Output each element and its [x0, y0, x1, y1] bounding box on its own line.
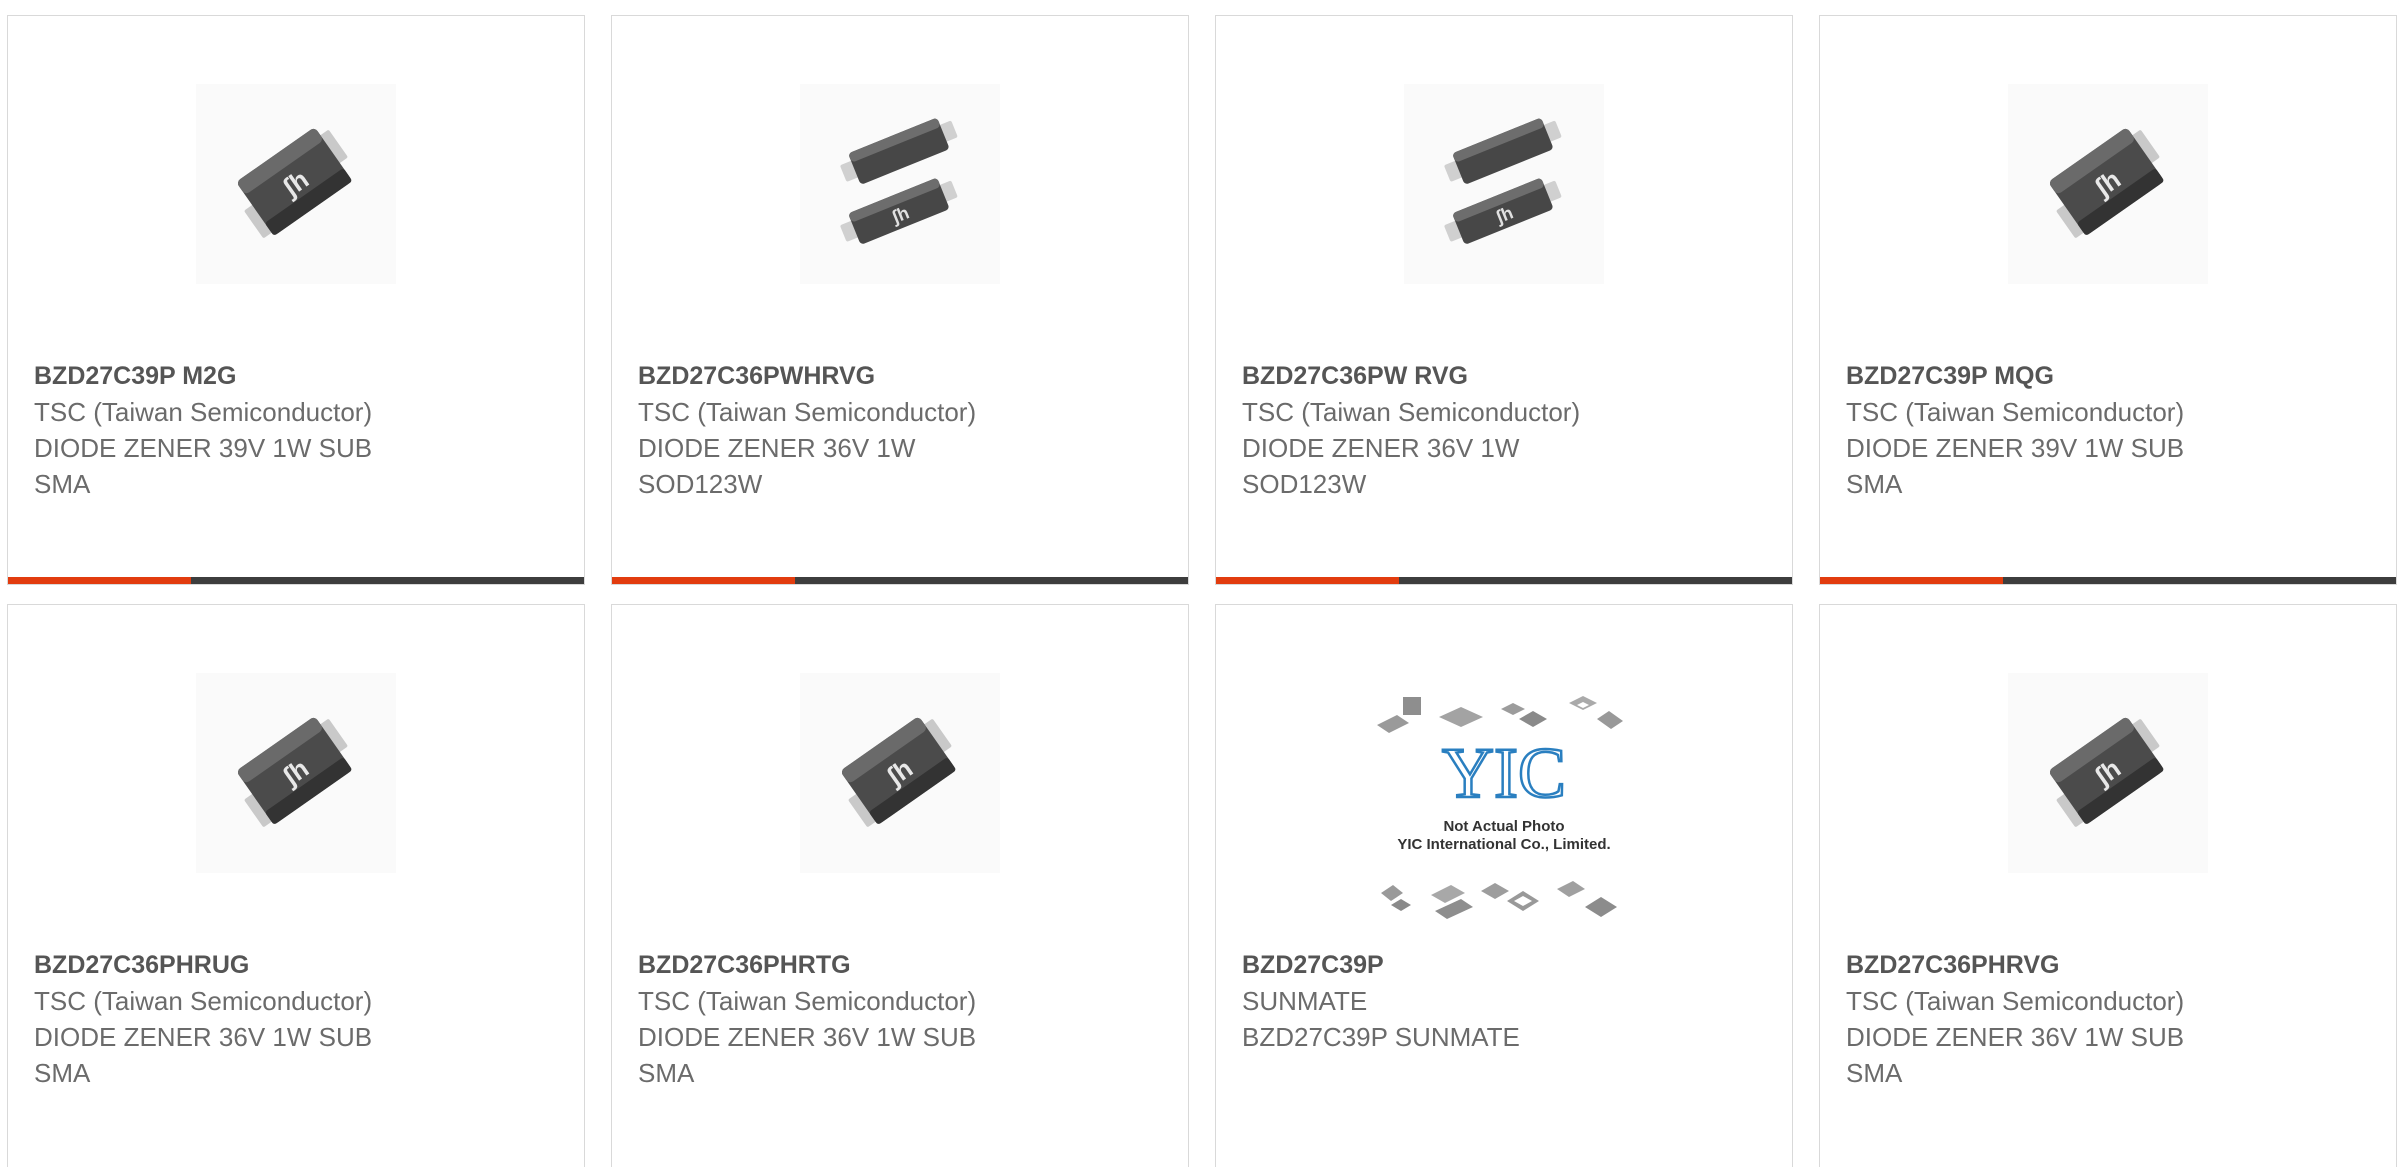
manufacturer: TSC (Taiwan Semiconductor) [34, 397, 373, 427]
product-info: BZD27C39P MQG TSC (Taiwan Semiconductor)… [1846, 358, 2376, 502]
manufacturer: TSC (Taiwan Semiconductor) [1846, 986, 2185, 1016]
product-info: BZD27C36PW RVG TSC (Taiwan Semiconductor… [1242, 358, 1772, 502]
sma-diode-package-icon[interactable] [2008, 84, 2208, 284]
manufacturer: TSC (Taiwan Semiconductor) [34, 986, 373, 1016]
description: DIODE ZENER 36V 1W [638, 433, 916, 463]
sma-diode-package-icon[interactable] [800, 673, 1000, 873]
yic-logo: YIC [1442, 733, 1566, 813]
product-info: BZD27C36PHRUG TSC (Taiwan Semiconductor)… [34, 947, 564, 1091]
sma-diode-package-icon[interactable] [196, 84, 396, 284]
package: SMA [34, 1058, 91, 1088]
product-info: BZD27C36PHRVG TSC (Taiwan Semiconductor)… [1846, 947, 2376, 1091]
placeholder-caption-1: Not Actual Photo [1443, 818, 1564, 835]
package: SMA [34, 469, 91, 499]
product-info: BZD27C36PWHRVG TSC (Taiwan Semiconductor… [638, 358, 1168, 502]
package: SMA [1846, 1058, 1903, 1088]
description: DIODE ZENER 36V 1W [1242, 433, 1520, 463]
card-bottom-bar [1216, 577, 1792, 584]
part-number-link[interactable]: BZD27C36PHRVG [1846, 947, 2376, 983]
description: DIODE ZENER 36V 1W SUB [34, 1022, 373, 1052]
product-card[interactable]: BZD27C39P MQG TSC (Taiwan Semiconductor)… [1819, 15, 2397, 585]
manufacturer: TSC (Taiwan Semiconductor) [638, 986, 977, 1016]
product-info: BZD27C39P SUNMATE BZD27C39P SUNMATE [1242, 947, 1772, 1055]
product-grid: BZD27C39P M2G TSC (Taiwan Semiconductor)… [0, 0, 2400, 1167]
package: SMA [1846, 469, 1903, 499]
product-card[interactable]: YIC Not Actual Photo YIC International C… [1215, 604, 1793, 1167]
product-info: BZD27C36PHRTG TSC (Taiwan Semiconductor)… [638, 947, 1168, 1091]
not-actual-photo-placeholder[interactable]: YIC Not Actual Photo YIC International C… [1369, 687, 1639, 927]
part-number-link[interactable]: BZD27C36PWHRVG [638, 358, 1168, 394]
part-number-link[interactable]: BZD27C36PHRTG [638, 947, 1168, 983]
accent-bar [8, 577, 191, 584]
product-card[interactable]: BZD27C36PHRVG TSC (Taiwan Semiconductor)… [1819, 604, 2397, 1167]
sod123w-diode-package-icon[interactable] [800, 84, 1000, 284]
card-bottom-bar [1820, 577, 2396, 584]
accent-bar [1820, 577, 2003, 584]
product-info: BZD27C39P M2G TSC (Taiwan Semiconductor)… [34, 358, 564, 502]
description: DIODE ZENER 39V 1W SUB [34, 433, 373, 463]
part-number-link[interactable]: BZD27C39P [1242, 947, 1772, 983]
manufacturer: TSC (Taiwan Semiconductor) [1242, 397, 1581, 427]
manufacturer: SUNMATE [1242, 986, 1368, 1016]
description: DIODE ZENER 36V 1W SUB [1846, 1022, 2185, 1052]
description: DIODE ZENER 39V 1W SUB [1846, 433, 2185, 463]
product-card[interactable]: BZD27C36PW RVG TSC (Taiwan Semiconductor… [1215, 15, 1793, 585]
package: SOD123W [1242, 469, 1367, 499]
part-number-link[interactable]: BZD27C39P M2G [34, 358, 564, 394]
part-number-link[interactable]: BZD27C39P MQG [1846, 358, 2376, 394]
product-card[interactable]: BZD27C36PHRUG TSC (Taiwan Semiconductor)… [7, 604, 585, 1167]
sma-diode-package-icon[interactable] [196, 673, 396, 873]
accent-bar [612, 577, 795, 584]
package: SOD123W [638, 469, 763, 499]
sma-diode-package-icon[interactable] [2008, 673, 2208, 873]
description: BZD27C39P SUNMATE [1242, 1022, 1520, 1052]
card-bottom-bar [8, 577, 584, 584]
description: DIODE ZENER 36V 1W SUB [638, 1022, 977, 1052]
card-bottom-bar [612, 577, 1188, 584]
manufacturer: TSC (Taiwan Semiconductor) [1846, 397, 2185, 427]
manufacturer: TSC (Taiwan Semiconductor) [638, 397, 977, 427]
product-card[interactable]: BZD27C39P M2G TSC (Taiwan Semiconductor)… [7, 15, 585, 585]
sod123w-diode-package-icon[interactable] [1404, 84, 1604, 284]
part-number-link[interactable]: BZD27C36PW RVG [1242, 358, 1772, 394]
accent-bar [1216, 577, 1399, 584]
part-number-link[interactable]: BZD27C36PHRUG [34, 947, 564, 983]
product-card[interactable]: BZD27C36PHRTG TSC (Taiwan Semiconductor)… [611, 604, 1189, 1167]
package: SMA [638, 1058, 695, 1088]
product-card[interactable]: BZD27C36PWHRVG TSC (Taiwan Semiconductor… [611, 15, 1189, 585]
placeholder-caption-2: YIC International Co., Limited. [1397, 836, 1610, 853]
